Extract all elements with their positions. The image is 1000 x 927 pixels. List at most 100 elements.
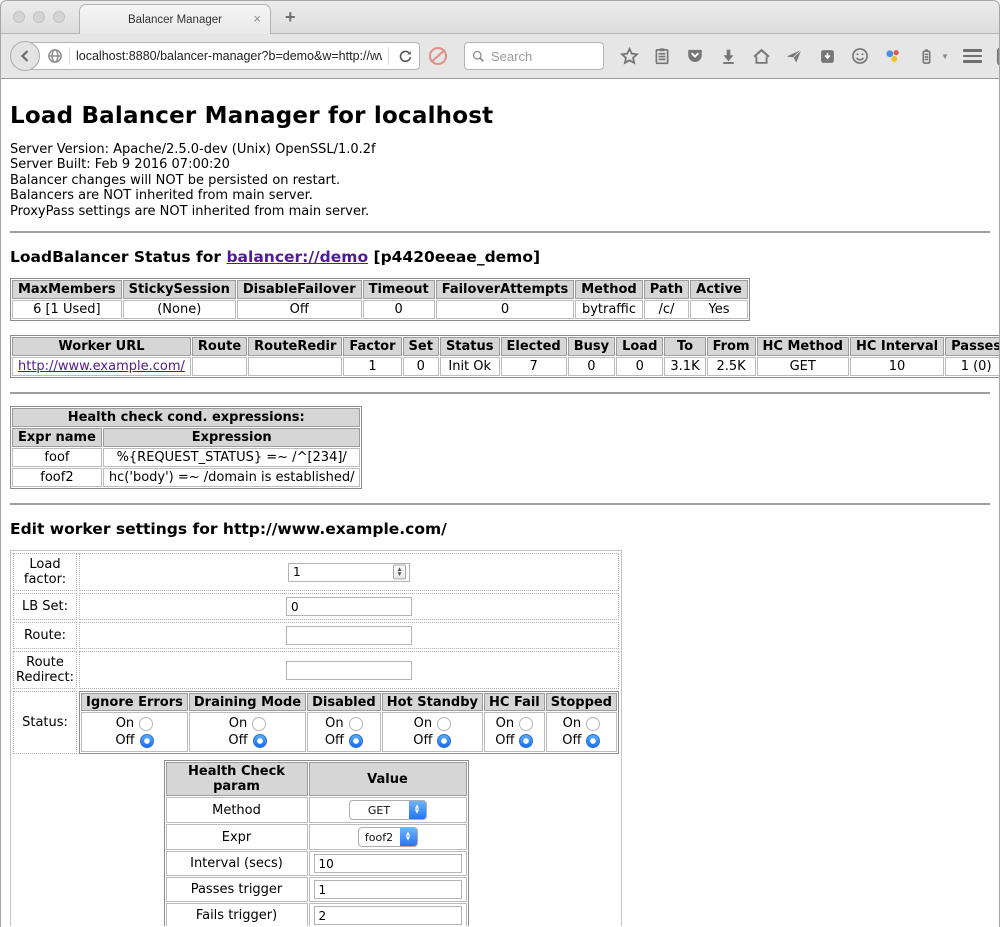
battery-icon[interactable] xyxy=(916,46,936,66)
column-header: Status xyxy=(440,337,500,356)
hc-interval-input[interactable] xyxy=(314,854,462,873)
status-draining-mode-on-radio[interactable] xyxy=(252,717,266,731)
site-identity-globe-icon[interactable] xyxy=(47,48,63,64)
status-hc-fail-off-radio[interactable] xyxy=(519,734,533,748)
hc-passes-label: Passes trigger xyxy=(166,877,308,902)
search-placeholder: Search xyxy=(491,49,532,64)
tab-balancer-manager[interactable]: Balancer Manager × xyxy=(79,4,271,34)
hc-passes-input[interactable] xyxy=(314,880,462,899)
bookmark-star-icon[interactable] xyxy=(619,46,639,66)
search-bar[interactable]: Search xyxy=(464,42,604,70)
column-header: Value xyxy=(309,762,467,796)
divider xyxy=(10,231,990,233)
window-close-button[interactable] xyxy=(13,11,25,23)
edit-worker-heading: Edit worker settings for http://www.exam… xyxy=(10,520,990,538)
status-ignore-errors-off-radio[interactable] xyxy=(140,734,154,748)
table-title-row: Health check cond. expressions: xyxy=(12,408,360,427)
hc-fails-value-cell xyxy=(309,903,467,926)
smiley-icon[interactable] xyxy=(850,46,870,66)
downloads-icon[interactable] xyxy=(718,46,738,66)
page-title: Load Balancer Manager for localhost xyxy=(10,103,990,129)
tab-title: Balancer Manager xyxy=(128,14,222,26)
chevron-down-icon[interactable]: ▼ xyxy=(941,52,949,61)
server-built-line: Server Built: Feb 9 2016 07:00:20 xyxy=(10,157,990,172)
window-minimize-button[interactable] xyxy=(33,11,45,23)
form-row-route-redirect: Route Redirect: xyxy=(13,651,619,689)
radio-label: Off xyxy=(325,733,344,748)
status-disabled-off-radio[interactable] xyxy=(349,734,363,748)
health-check-cell: Health Check param Value Method GET ▲▼ xyxy=(13,756,619,926)
hc-fails-input[interactable] xyxy=(314,906,462,925)
status-stopped-off-radio[interactable] xyxy=(586,734,600,748)
reading-list-icon[interactable] xyxy=(652,46,672,66)
window-zoom-button[interactable] xyxy=(53,11,65,23)
radio-label: Off xyxy=(228,733,247,748)
column-header: Stopped xyxy=(546,693,617,711)
content-blocker-icon[interactable] xyxy=(420,42,456,70)
divider xyxy=(10,392,990,394)
cell-routeredir xyxy=(248,357,342,376)
cell-busy: 0 xyxy=(568,357,615,376)
new-tab-button[interactable]: + xyxy=(285,7,296,28)
reload-icon[interactable] xyxy=(395,46,415,66)
window-titlebar: Balancer Manager × + xyxy=(1,1,999,34)
column-header: RouteRedir xyxy=(248,337,342,356)
colored-dots-icon[interactable] xyxy=(883,46,903,66)
tab-groups-icon[interactable] xyxy=(996,46,1000,66)
table-header-row: Expr name Expression xyxy=(12,428,360,447)
radio-label: On xyxy=(116,716,134,731)
column-header: Set xyxy=(403,337,439,356)
status-field-cell: Ignore Errors Draining Mode Disabled Hot… xyxy=(79,691,619,754)
column-header: Disabled xyxy=(307,693,381,711)
status-ignore-errors-on-radio[interactable] xyxy=(139,717,153,731)
lb-set-input[interactable] xyxy=(286,597,412,616)
url-bar[interactable]: localhost:8880/balancer-manager?b=demo&w… xyxy=(24,42,420,70)
cell-maxmembers: 6 [1 Used] xyxy=(12,300,122,319)
form-row-load-factor: Load factor: ▲▼ xyxy=(13,553,619,591)
cell-timeout: 0 xyxy=(363,300,435,319)
status-hc-fail-on-radio[interactable] xyxy=(519,717,533,731)
cell-hc-interval: 10 xyxy=(850,357,944,376)
cell-factor: 1 xyxy=(343,357,401,376)
cell-worker-url: http://www.example.com/ xyxy=(12,357,191,376)
load-factor-input[interactable] xyxy=(288,563,410,582)
form-row-route: Route: xyxy=(13,622,619,649)
column-header: Health Check param xyxy=(166,762,308,796)
cell-load: 0 xyxy=(616,357,663,376)
hc-method-row: Method GET ▲▼ xyxy=(166,797,467,823)
search-icon xyxy=(472,50,485,63)
back-button[interactable] xyxy=(10,41,40,71)
hc-expr-select[interactable]: foof2 ▲▼ xyxy=(358,827,418,847)
tab-close-icon[interactable]: × xyxy=(253,12,261,25)
status-draining-mode-off-radio[interactable] xyxy=(253,734,267,748)
route-redirect-input[interactable] xyxy=(286,661,412,680)
home-icon[interactable] xyxy=(751,46,771,66)
route-field-cell xyxy=(79,622,619,649)
route-redirect-label: Route Redirect: xyxy=(13,651,77,689)
save-box-icon[interactable] xyxy=(817,46,837,66)
menu-icon[interactable] xyxy=(963,46,982,66)
load-factor-label: Load factor: xyxy=(13,553,77,591)
url-text[interactable]: localhost:8880/balancer-manager?b=demo&w… xyxy=(76,49,382,63)
cell-failoverattempts: 0 xyxy=(436,300,575,319)
column-header: StickySession xyxy=(123,280,236,299)
send-plane-icon[interactable] xyxy=(784,46,804,66)
pocket-icon[interactable] xyxy=(685,46,705,66)
column-header: Expr name xyxy=(12,428,102,447)
worker-table: Worker URL Route RouteRedir Factor Set S… xyxy=(10,335,999,378)
status-stopped-on-radio[interactable] xyxy=(586,717,600,731)
urlbar-divider xyxy=(388,47,389,65)
status-disabled-on-radio[interactable] xyxy=(349,717,363,731)
status-hot-standby-off-radio[interactable] xyxy=(437,734,451,748)
number-spinner-icon[interactable]: ▲▼ xyxy=(393,565,406,580)
status-draining-mode-cell: On Off xyxy=(189,712,306,752)
column-header: Passes xyxy=(945,337,999,356)
column-header: To xyxy=(664,337,705,356)
heading-suffix: [p4420eeae_demo] xyxy=(374,248,541,266)
hc-method-select[interactable]: GET ▲▼ xyxy=(349,800,427,820)
worker-url-link[interactable]: http://www.example.com/ xyxy=(18,359,185,374)
route-input[interactable] xyxy=(286,626,412,645)
cell-expression: %{REQUEST_STATUS} =~ /^[234]/ xyxy=(103,448,361,467)
status-hot-standby-on-radio[interactable] xyxy=(437,717,451,731)
balancer-demo-link[interactable]: balancer://demo xyxy=(226,248,368,266)
